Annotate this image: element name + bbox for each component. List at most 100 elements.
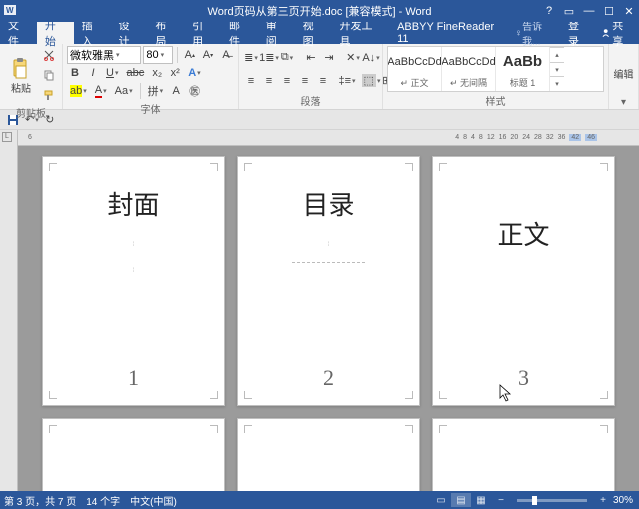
tab-insert[interactable]: 插入 — [74, 22, 111, 44]
decrease-indent-button[interactable]: ⇤ — [303, 49, 319, 67]
title-bar: W Word页码从第三页开始.doc [兼容模式] - Word ? ▭ — ☐… — [0, 0, 639, 22]
asian-layout-button[interactable]: ✕ — [345, 49, 361, 67]
vertical-ruler[interactable]: L — [0, 130, 18, 491]
format-painter-button[interactable] — [40, 86, 58, 104]
tab-layout[interactable]: 布局 — [147, 22, 184, 44]
group-font-label: 字体 — [67, 100, 234, 117]
zoom-thumb[interactable] — [532, 496, 537, 505]
numbering-button[interactable]: 1≣ — [261, 49, 277, 67]
zoom-slider[interactable] — [517, 499, 587, 502]
font-size-combo[interactable]: 80▾ — [143, 46, 172, 64]
sort-button[interactable]: A↓ — [363, 49, 379, 67]
italic-button[interactable]: I — [85, 64, 101, 82]
tab-developer[interactable]: 开发工具 — [331, 22, 389, 44]
clear-format-button[interactable]: A̶ — [218, 46, 234, 64]
view-web-button[interactable]: ▦ — [471, 493, 491, 507]
align-left-button[interactable]: ≡ — [243, 72, 259, 90]
ruler-tick: 16 — [499, 134, 507, 141]
ruler-tick: 8 — [479, 134, 483, 141]
tab-mailings[interactable]: 邮件 — [221, 22, 258, 44]
zoom-in-button[interactable]: + — [593, 493, 613, 507]
style-normal[interactable]: AaBbCcDd ↵ 正文 — [388, 47, 442, 91]
page-heading: 正文 — [433, 215, 614, 252]
group-editing: 编辑 ▾ — [609, 44, 639, 109]
page-heading: 封面 — [43, 185, 224, 222]
font-name-value: 微软雅黑 — [70, 47, 114, 63]
page-4[interactable] — [42, 418, 225, 491]
toc-line — [292, 262, 364, 263]
status-page[interactable]: 第 3 页，共 7 页 — [4, 493, 76, 508]
page-3[interactable]: 正文 3 — [432, 156, 615, 406]
phonetic-button[interactable]: 拼 — [145, 82, 167, 100]
paste-label: 粘贴 — [11, 80, 31, 95]
char-border-button[interactable]: A — [168, 82, 184, 100]
tab-design[interactable]: 设计 — [110, 22, 147, 44]
paste-button[interactable]: 粘贴 — [4, 46, 38, 104]
tab-selector[interactable]: L — [2, 132, 12, 142]
increase-indent-button[interactable]: ⇥ — [321, 49, 337, 67]
view-print-button[interactable]: ▤ — [451, 493, 471, 507]
page-2[interactable]: 目录 ⁞ 2 — [237, 156, 420, 406]
window-title: Word页码从第三页开始.doc [兼容模式] - Word — [0, 3, 639, 19]
distribute-button[interactable]: ≡ — [315, 72, 331, 90]
status-lang[interactable]: 中文(中国) — [130, 493, 177, 508]
gallery-down[interactable]: ▾ — [550, 62, 564, 77]
tab-references[interactable]: 引用 — [184, 22, 221, 44]
status-words[interactable]: 14 个字 — [86, 493, 120, 508]
zoom-level[interactable]: 30% — [613, 495, 633, 506]
paragraph-mark: ⁞ — [238, 242, 419, 248]
style-heading1[interactable]: AaBb 标题 1 — [496, 47, 550, 91]
shading-button[interactable]: ⬚ — [363, 72, 379, 90]
change-case-button[interactable]: Aa — [112, 82, 136, 100]
text-effects-button[interactable]: A — [185, 64, 203, 82]
tab-home[interactable]: 开始 — [37, 22, 74, 44]
styles-gallery[interactable]: AaBbCcDd ↵ 正文 AaBbCcDd ↵ 无间隔 AaBb 标题 1 ▴… — [387, 46, 604, 92]
style-nospacing[interactable]: AaBbCcDd ↵ 无间隔 — [442, 47, 496, 91]
enclose-char-button[interactable]: ㊩ — [186, 82, 203, 100]
subscript-button[interactable]: x₂ — [149, 64, 165, 82]
page-6[interactable] — [432, 418, 615, 491]
font-color-button[interactable]: A — [92, 82, 110, 100]
font-name-combo[interactable]: 微软雅黑▾ — [67, 46, 141, 64]
ruler-tick: 20 — [510, 134, 518, 141]
bold-button[interactable]: B — [67, 64, 83, 82]
align-right-button[interactable]: ≡ — [279, 72, 295, 90]
tell-me[interactable]: ♀ 告诉我... — [511, 22, 562, 44]
tab-file[interactable]: 文件 — [0, 22, 37, 44]
cut-button[interactable] — [40, 46, 58, 64]
copy-button[interactable] — [40, 66, 58, 84]
tab-view[interactable]: 视图 — [295, 22, 332, 44]
gallery-up[interactable]: ▴ — [550, 47, 564, 62]
group-paragraph-label: 段落 — [243, 92, 378, 109]
grow-font-button[interactable]: A▴ — [182, 46, 198, 64]
ruler-tick: 42 — [569, 134, 581, 141]
strike-button[interactable]: abc — [123, 64, 147, 82]
multilevel-button[interactable]: ⧉ — [279, 49, 295, 67]
horizontal-ruler[interactable]: 6 4 8 4 8 12 16 20 24 28 32 36 42 46 — [18, 130, 639, 146]
document-area[interactable]: 6 4 8 4 8 12 16 20 24 28 32 36 42 46 封面 … — [18, 130, 639, 491]
ruler-left: 6 — [28, 134, 32, 141]
group-clipboard: 粘贴 剪贴板 — [0, 44, 63, 109]
view-read-button[interactable]: ▭ — [431, 493, 451, 507]
tab-review[interactable]: 审阅 — [258, 22, 295, 44]
page-number: 3 — [433, 365, 614, 391]
superscript-button[interactable]: x² — [167, 64, 183, 82]
gallery-more[interactable]: ▾ — [550, 76, 564, 91]
status-bar: 第 3 页，共 7 页 14 个字 中文(中国) ▭ ▤ ▦ − + 30% — [0, 491, 639, 509]
page-5[interactable] — [237, 418, 420, 491]
page-1[interactable]: 封面 ⁞ ⁞ 1 — [42, 156, 225, 406]
zoom-out-button[interactable]: − — [491, 493, 511, 507]
tab-abbyy[interactable]: ABBYY FineReader 11 — [389, 22, 511, 44]
align-center-button[interactable]: ≡ — [261, 72, 277, 90]
login-button[interactable]: 登录 — [562, 22, 595, 44]
editing-menu[interactable]: 编辑 — [613, 62, 634, 81]
shrink-font-button[interactable]: A▾ — [200, 46, 216, 64]
bullets-button[interactable]: ≣ — [243, 49, 259, 67]
justify-button[interactable]: ≡ — [297, 72, 313, 90]
underline-button[interactable]: U — [103, 64, 121, 82]
line-spacing-button[interactable]: ‡≡ — [339, 72, 355, 90]
highlight-button[interactable]: ab — [67, 82, 90, 100]
ruler-tick: 12 — [487, 134, 495, 141]
font-size-value: 80 — [146, 49, 158, 61]
share-button[interactable]: 共享 — [595, 22, 639, 44]
